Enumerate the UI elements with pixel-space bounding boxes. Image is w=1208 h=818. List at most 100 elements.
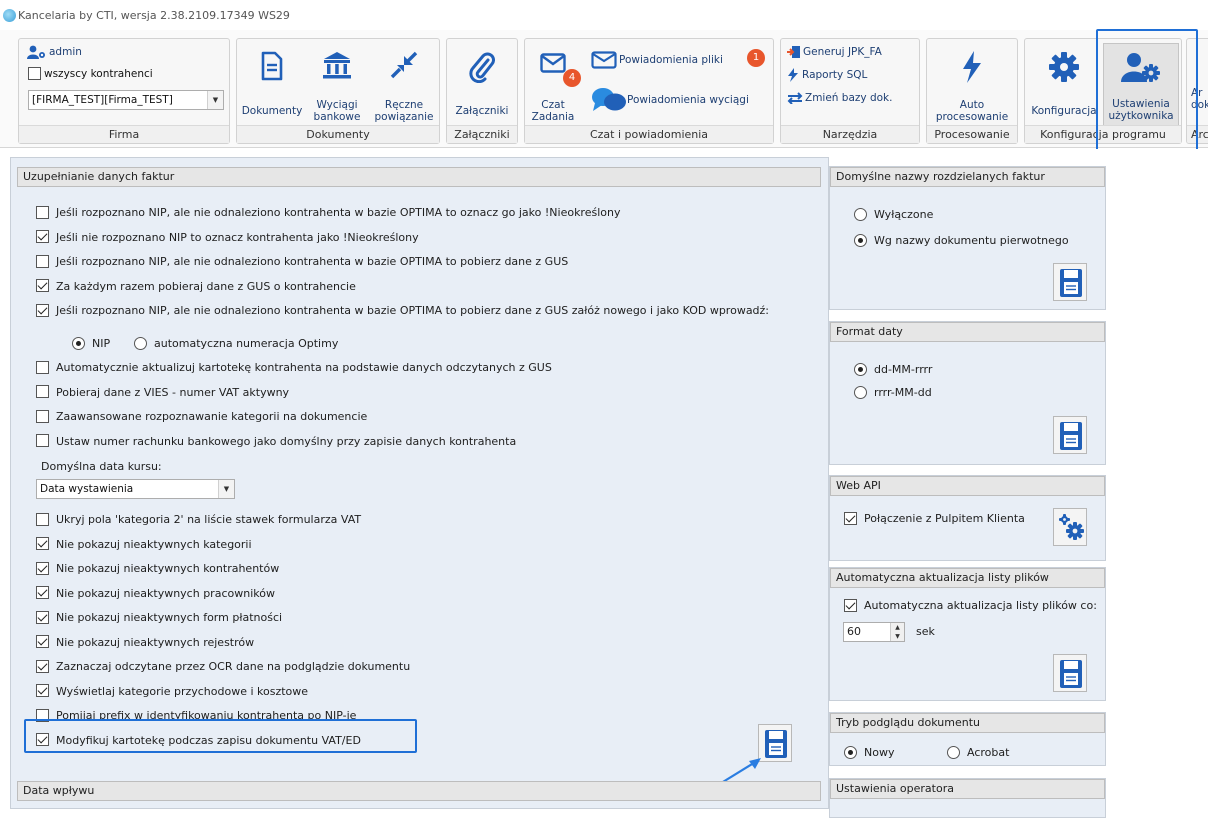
option-checkbox[interactable]	[36, 561, 49, 575]
chevron-down-icon[interactable]: ▼	[207, 91, 223, 109]
option-checkbox[interactable]	[36, 360, 49, 374]
all-contractors-checkbox[interactable]: wszyscy kontrahenci	[28, 65, 153, 83]
option-row[interactable]: Jeśli rozpoznano NIP, ale nie odnalezion…	[36, 205, 620, 223]
auto-update-check[interactable]	[844, 598, 857, 612]
option-checkbox[interactable]	[36, 512, 49, 526]
kod-radio-auto[interactable]: automatyczna numeracja Optimy	[134, 336, 338, 354]
radio-nip[interactable]	[72, 336, 85, 350]
radio-date-format-1[interactable]	[854, 362, 867, 376]
configuration-button[interactable]: Konfiguracja	[1027, 43, 1101, 127]
option-row[interactable]: Automatycznie aktualizuj kartotekę kontr…	[36, 360, 552, 378]
radio-auto[interactable]	[134, 336, 147, 350]
save-date-format-button[interactable]	[1053, 416, 1087, 454]
operator-settings-box: Ustawienia operatora	[829, 778, 1106, 818]
option-checkbox[interactable]	[36, 385, 49, 398]
web-api-settings-button[interactable]	[1053, 508, 1087, 546]
stepper-down-icon[interactable]: ▼	[891, 632, 904, 641]
option-row[interactable]: Za każdym razem pobieraj dane z GUS o ko…	[36, 279, 356, 297]
save-icon	[1060, 269, 1082, 297]
radio-split-off[interactable]	[854, 207, 867, 221]
option-checkbox[interactable]	[36, 635, 49, 648]
save-split-names-button[interactable]	[1053, 263, 1087, 301]
radio-date-format-2[interactable]	[854, 385, 867, 399]
user-name: admin	[49, 46, 82, 58]
chat-bubbles-icon	[592, 88, 626, 111]
option-checkbox[interactable]	[36, 434, 49, 447]
option-row[interactable]: Nie pokazuj nieaktywnych kategorii	[36, 537, 252, 555]
option-checkbox[interactable]	[36, 279, 49, 292]
generate-jpk-label: Generuj JPK_FA	[803, 46, 882, 58]
save-icon	[1060, 660, 1082, 688]
split-by-name-radio[interactable]: Wg nazwy dokumentu pierwotnego	[854, 233, 1069, 251]
file-notifications-badge: 1	[747, 49, 765, 67]
option-checkbox[interactable]	[36, 684, 49, 697]
option-row[interactable]: Zaznaczaj odczytane przez OCR dane na po…	[36, 659, 410, 677]
rate-date-select[interactable]: Data wystawienia ▼	[36, 479, 235, 499]
option-row[interactable]: Pobieraj dane z VIES - numer VAT aktywny	[36, 385, 289, 403]
option-checkbox[interactable]	[36, 254, 49, 268]
save-auto-update-button[interactable]	[1053, 654, 1087, 692]
rate-date-label: Domyślna data kursu:	[41, 460, 162, 473]
option-checkbox[interactable]	[36, 537, 49, 550]
group-caption: Narzędzia	[781, 125, 919, 143]
option-row[interactable]: Jeśli rozpoznano NIP, ale nie odnalezion…	[36, 303, 769, 321]
web-api-check[interactable]	[844, 511, 857, 525]
attachments-button[interactable]: Załączniki	[449, 43, 515, 127]
chat-tasks-button[interactable]: 4 Czat Zadania	[527, 43, 581, 127]
option-row[interactable]: Nie pokazuj nieaktywnych rejestrów	[36, 635, 254, 653]
chevron-down-icon[interactable]: ▼	[218, 480, 234, 498]
web-api-checkbox[interactable]: Połączenie z Pulpitem Klienta	[844, 511, 1025, 529]
documents-button[interactable]: Dokumenty	[239, 43, 305, 127]
option-checkbox[interactable]	[36, 659, 49, 673]
kod-radio-nip[interactable]: NIP	[72, 336, 110, 354]
option-row[interactable]: Wyświetlaj kategorie przychodowe i koszt…	[36, 684, 308, 702]
lightning-icon	[963, 51, 981, 83]
option-row[interactable]: Nie pokazuj nieaktywnych form płatności	[36, 610, 282, 628]
invoice-data-panel: Uzupełnianie danych faktur Jeśli rozpozn…	[10, 157, 829, 809]
option-row[interactable]: Zaawansowane rozpoznawanie kategorii na …	[36, 409, 367, 427]
sql-reports-label: Raporty SQL	[802, 69, 868, 81]
option-checkbox[interactable]	[36, 205, 49, 219]
generate-jpk-button[interactable]: Generuj JPK_FA	[787, 43, 882, 61]
stepper-buttons[interactable]: ▲ ▼	[890, 623, 904, 641]
radio-preview-acrobat[interactable]	[947, 745, 960, 759]
manual-linking-button[interactable]: Ręczne powiązanie	[369, 43, 439, 127]
statement-notifications-button[interactable]: Powiadomienia wyciągi	[591, 87, 749, 113]
radio-preview-new[interactable]	[844, 745, 857, 759]
bank-statements-button[interactable]: Wyciągi bankowe	[305, 43, 369, 127]
option-checkbox[interactable]	[36, 303, 49, 317]
stepper-up-icon[interactable]: ▲	[891, 623, 904, 632]
all-contractors-box[interactable]	[28, 66, 41, 80]
attachments-label: Załączniki	[455, 105, 509, 117]
option-row[interactable]: Jeśli nie rozpoznano NIP to oznacz kontr…	[36, 230, 419, 248]
company-select[interactable]: [FIRMA_TEST][Firma_TEST] ▼	[28, 90, 224, 110]
preview-new-label: Nowy	[864, 746, 895, 759]
option-row[interactable]: Ustaw numer rachunku bankowego jako domy…	[36, 434, 516, 452]
option-checkbox[interactable]	[36, 230, 49, 243]
user-button[interactable]: admin	[27, 43, 82, 61]
sql-reports-button[interactable]: Raporty SQL	[787, 66, 867, 84]
swap-arrows-icon	[787, 92, 803, 105]
auto-processing-button[interactable]: Auto procesowanie	[929, 43, 1015, 127]
option-row[interactable]: Nie pokazuj nieaktywnych kontrahentów	[36, 561, 279, 579]
documents-label: Dokumenty	[241, 105, 303, 117]
option-checkbox[interactable]	[36, 610, 49, 624]
preview-acrobat-radio[interactable]: Acrobat	[947, 745, 1009, 763]
option-checkbox[interactable]	[36, 586, 49, 599]
option-row[interactable]: Jeśli rozpoznano NIP, ale nie odnalezion…	[36, 254, 568, 272]
auto-update-checkbox[interactable]: Automatyczna aktualizacja listy plików c…	[844, 598, 1097, 616]
split-off-radio[interactable]: Wyłączone	[854, 207, 933, 225]
option-row[interactable]: Nie pokazuj nieaktywnych pracowników	[36, 586, 275, 604]
option-row[interactable]: Ukryj pola 'kategoria 2' na liście stawe…	[36, 512, 361, 530]
bank-statements-label: Wyciągi bankowe	[313, 99, 361, 123]
radio-split-by-name[interactable]	[854, 233, 867, 247]
file-notifications-button[interactable]: Powiadomienia pliki	[591, 49, 723, 71]
date-format-opt2[interactable]: rrrr-MM-dd	[854, 385, 932, 403]
preview-new-radio[interactable]: Nowy	[844, 745, 894, 763]
date-format-opt1[interactable]: dd-MM-rrrr	[854, 362, 932, 380]
option-checkbox[interactable]	[36, 409, 49, 423]
option-label: Ustaw numer rachunku bankowego jako domy…	[56, 434, 517, 448]
radio-auto-label: automatyczna numeracja Optimy	[154, 337, 339, 350]
change-doc-db-button[interactable]: Zmień bazy dok.	[787, 89, 892, 107]
auto-update-interval-input[interactable]: 60 ▲ ▼	[843, 622, 905, 642]
